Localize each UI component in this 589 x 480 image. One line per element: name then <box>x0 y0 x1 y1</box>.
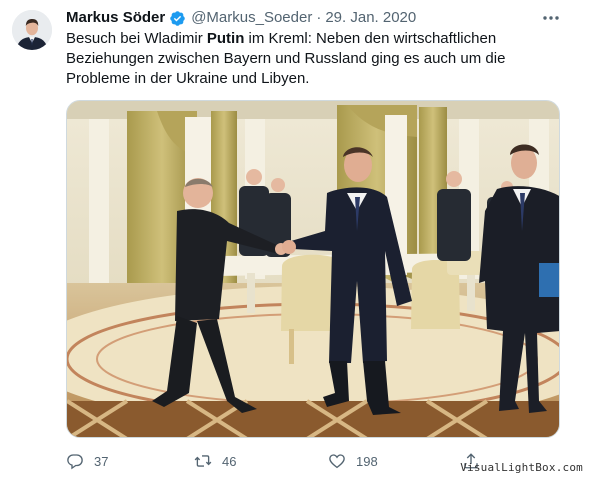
tweet: Markus Söder @Markus_Soeder · 29. Jan. 2… <box>0 0 589 480</box>
like-count: 198 <box>356 453 378 469</box>
avatar[interactable] <box>12 10 52 50</box>
verified-badge-icon <box>170 10 185 26</box>
tweet-text-part1: Besuch bei Wladimir <box>66 30 207 47</box>
kremlin-meeting-photo <box>67 101 559 437</box>
retweet-icon <box>194 455 212 467</box>
tweet-date[interactable]: 29. Jan. 2020 <box>325 8 416 28</box>
header-separator: · <box>316 9 322 26</box>
avatar-photo <box>12 10 52 50</box>
reply-icon <box>67 454 83 470</box>
tweet-photo[interactable] <box>66 100 560 438</box>
like-button[interactable]: 198 <box>328 450 378 472</box>
tweet-actions: 37 46 198 <box>66 450 516 472</box>
retweet-count: 46 <box>222 453 237 469</box>
author-handle[interactable]: @Markus_Soeder <box>191 8 312 28</box>
reply-count: 37 <box>94 453 109 469</box>
author-name[interactable]: Markus Söder <box>66 8 165 28</box>
tweet-header: Markus Söder @Markus_Soeder · 29. Jan. 2… <box>66 8 416 28</box>
retweet-button[interactable]: 46 <box>194 450 236 472</box>
reply-button[interactable]: 37 <box>66 450 108 472</box>
more-options-icon[interactable] <box>541 10 561 26</box>
tweet-text: Besuch bei Wladimir Putin im Kreml: Nebe… <box>66 29 566 89</box>
like-icon <box>329 454 345 469</box>
tweet-text-bold: Putin <box>206 30 245 47</box>
watermark: VisualLightBox.com <box>460 461 583 474</box>
